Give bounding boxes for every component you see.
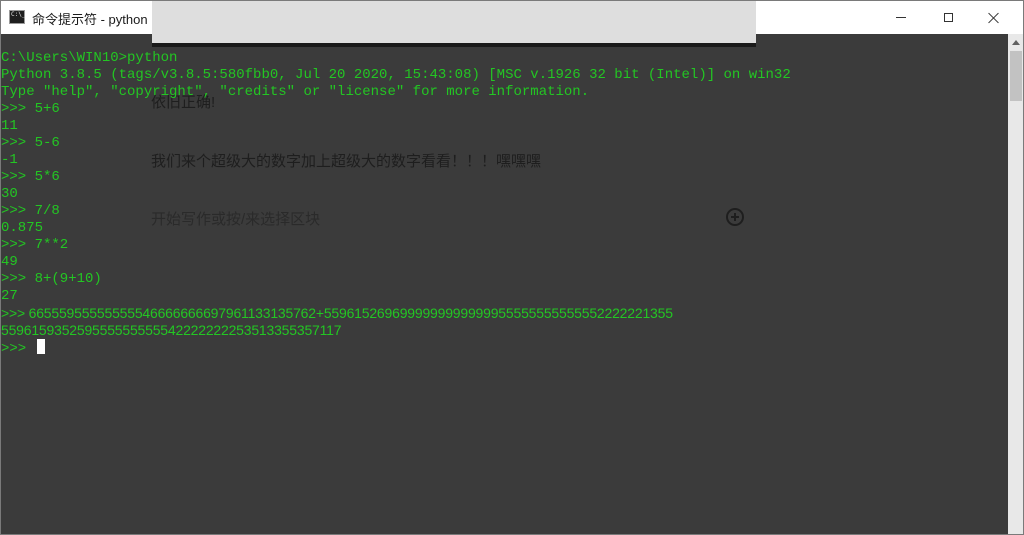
cmd-window: 命令提示符 - python 依旧正确! 我们来个超级大的数字加上超级大的数字看… (0, 0, 1024, 535)
console-line: >>> 665559555555555466666666979611331357… (1, 305, 673, 321)
console-line: >>> 5*6 (1, 169, 60, 185)
console-line: 11 (1, 118, 18, 134)
close-button[interactable] (971, 1, 1017, 34)
close-icon (988, 12, 1000, 24)
console-line: Python 3.8.5 (tags/v3.8.5:580fbb0, Jul 2… (1, 67, 791, 83)
maximize-button[interactable] (925, 1, 971, 34)
window-title: 命令提示符 - python (32, 12, 148, 27)
minimize-icon (896, 17, 906, 18)
background-window-header (152, 1, 756, 47)
console-line: 27 (1, 288, 18, 304)
console-line: >>> 8+(9+10) (1, 271, 102, 287)
scroll-up-arrow-icon[interactable] (1012, 40, 1020, 45)
console-line: >>> 5+6 (1, 101, 60, 117)
console-line: >>> 5-6 (1, 135, 60, 151)
console-prompt: >>> (1, 341, 35, 357)
console-line: 0.875 (1, 220, 44, 236)
console-line: 30 (1, 186, 18, 202)
maximize-icon (943, 13, 953, 22)
console-output[interactable]: C:\Users\WIN10>python Python 3.8.5 (tags… (1, 50, 1007, 534)
console-line: >>> 7/8 (1, 203, 60, 219)
console-prompt-line[interactable]: >>> (1, 339, 1007, 357)
console-line: 49 (1, 254, 18, 270)
minimize-button[interactable] (878, 1, 924, 34)
vertical-scrollbar[interactable] (1008, 34, 1023, 534)
console-line: C:\Users\WIN10>python (1, 50, 178, 66)
cmd-app-icon[interactable] (9, 10, 25, 24)
scroll-thumb[interactable] (1010, 51, 1022, 101)
console-line: -1 (1, 152, 18, 168)
console-line: 5596159352595555555555422222222535133553… (1, 322, 342, 338)
console-line: Type "help", "copyright", "credits" or "… (1, 84, 590, 100)
text-cursor (36, 339, 45, 354)
console-line: >>> 7**2 (1, 237, 69, 253)
